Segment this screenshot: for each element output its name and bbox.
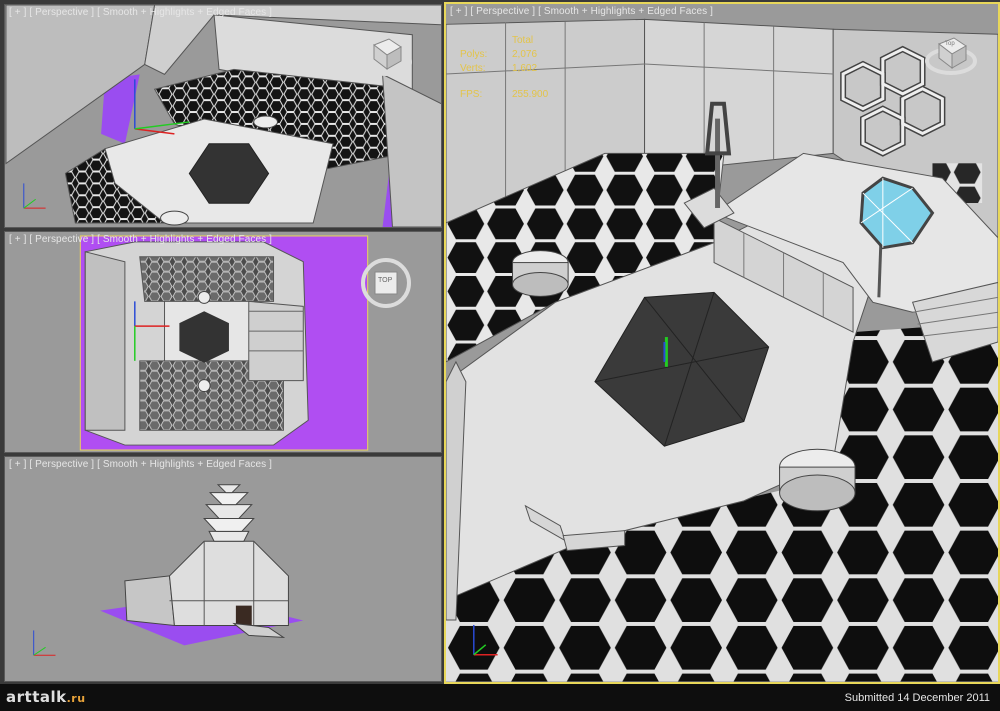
stats-key [460, 34, 502, 48]
viewport-mid-left[interactable]: [ + ] [ Perspective ] [ Smooth + Highlig… [4, 231, 442, 453]
stats-row: FPS: 255.900 [460, 88, 548, 102]
viewport-label[interactable]: [ + ] [ Perspective ] [ Smooth + Highlig… [9, 7, 272, 18]
viewcube-top-icon[interactable]: TOP [359, 256, 413, 310]
viewport-bottom-left[interactable]: [ + ] [ Perspective ] [ Smooth + Highlig… [4, 456, 442, 682]
statistics-overlay: Total Polys: 2,076 Verts: 1,602 FPS: 255.90… [460, 34, 548, 102]
stats-value: 1,602 [512, 63, 538, 74]
stats-key: Verts: [460, 63, 486, 74]
footer-bar: arttalk.ru Submitted 14 December 2011 [0, 684, 1000, 711]
viewport-label[interactable]: [ + ] [ Perspective ] [ Smooth + Highlig… [9, 459, 272, 470]
viewport-scene [5, 457, 441, 681]
viewcube-icon[interactable]: Top [924, 26, 978, 80]
stats-row: Verts: 1,602 [460, 62, 548, 76]
stats-value: Total [512, 35, 534, 46]
stats-key: Polys: [460, 49, 488, 60]
viewcube-face-label: Top [945, 41, 955, 47]
logo-suffix: .ru [66, 692, 86, 705]
viewcube-icon[interactable] [359, 27, 413, 81]
site-logo[interactable]: arttalk.ru [6, 688, 86, 706]
viewcube-top-label: TOP [378, 277, 393, 284]
logo-text: arttalk [6, 688, 67, 706]
stats-row: Total [460, 34, 548, 48]
stats-row: Polys: 2,076 [460, 48, 548, 62]
viewport-label[interactable]: [ + ] [ Perspective ] [ Smooth + Highlig… [450, 6, 713, 17]
stats-value: 255.900 [512, 89, 549, 100]
viewport-main[interactable]: [ + ] [ Perspective ] [ Smooth + Highlig… [444, 2, 1000, 684]
viewport-scene [446, 4, 998, 682]
stats-value: 2,076 [512, 49, 538, 60]
viewport-top-left[interactable]: [ + ] [ Perspective ] [ Smooth + Highlig… [4, 4, 442, 228]
max-workspace: [ + ] [ Perspective ] [ Smooth + Highlig… [0, 0, 1000, 711]
submitted-date: Submitted 14 December 2011 [844, 692, 990, 704]
viewport-label[interactable]: [ + ] [ Perspective ] [ Smooth + Highlig… [9, 234, 272, 245]
stats-key: FPS: [460, 89, 483, 100]
